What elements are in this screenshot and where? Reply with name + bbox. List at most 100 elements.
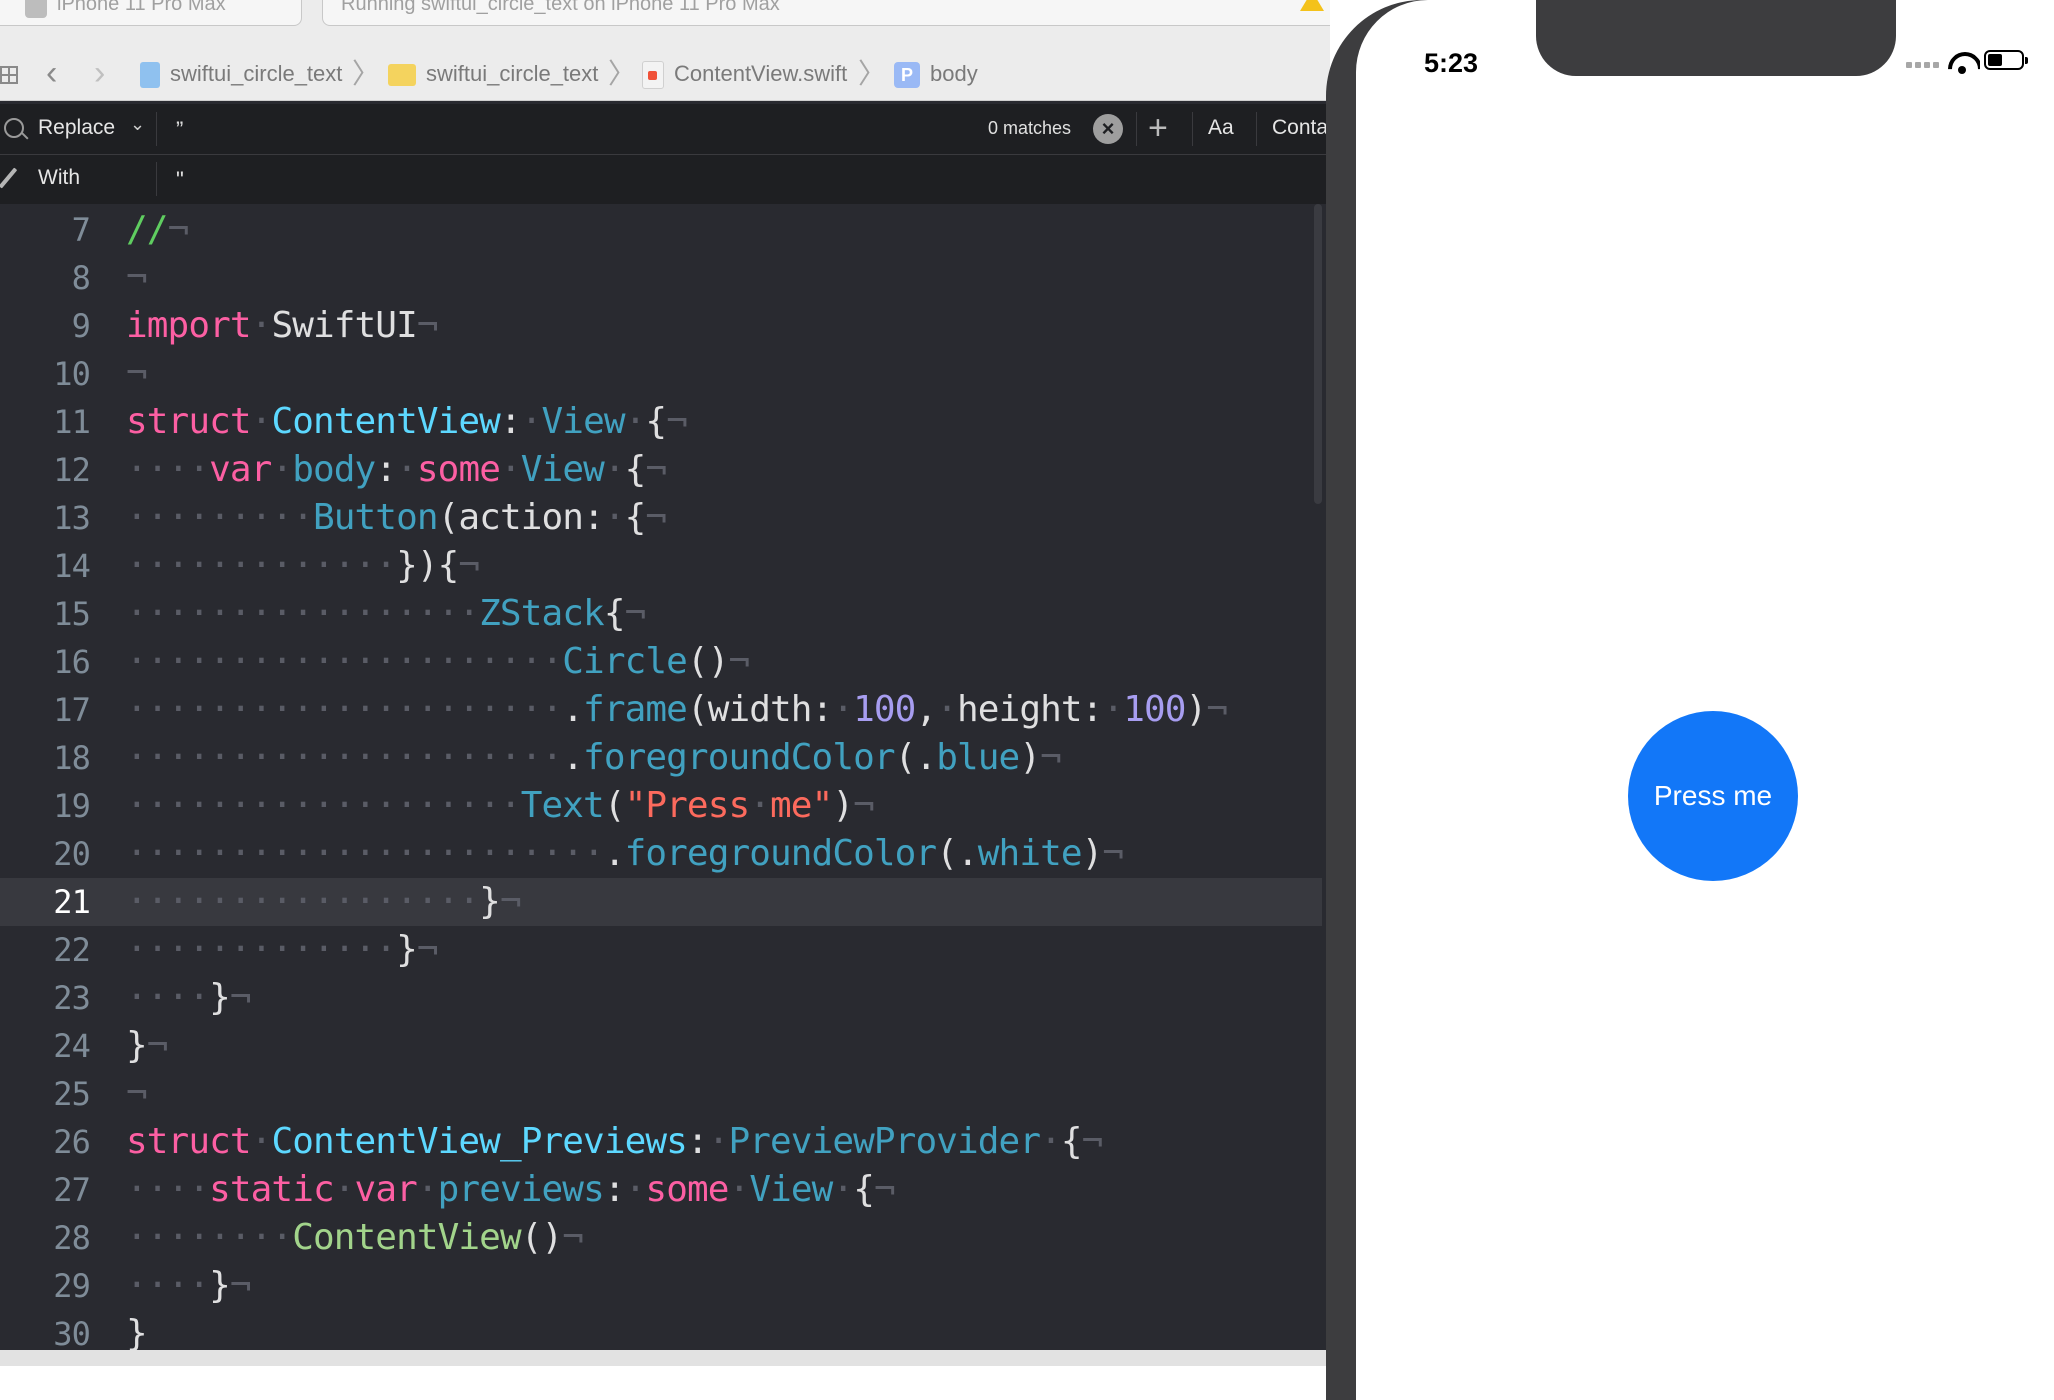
code-token: · bbox=[936, 689, 958, 730]
source-editor[interactable]: 30} 29 ····}¬ 28 ········ContentView()¬ 27 ···… bbox=[0, 204, 1322, 1350]
code-token: : bbox=[686, 1121, 709, 1162]
activity-viewer: Running swiftui_circle_text on iPhone 11… bbox=[322, 0, 1330, 26]
code-line[interactable]: 8 ¬ bbox=[0, 254, 1322, 302]
code-text: import·SwiftUI¬ bbox=[126, 302, 439, 350]
code-token: import bbox=[126, 305, 252, 346]
replace-with-label: With bbox=[38, 166, 80, 189]
code-token: ················· bbox=[126, 593, 480, 634]
add-pattern-icon[interactable]: + bbox=[1148, 108, 1168, 148]
code-line[interactable]: 30} bbox=[0, 1310, 1322, 1350]
code-token: Button bbox=[312, 497, 439, 538]
magnifier-icon bbox=[4, 118, 24, 138]
code-line[interactable]: 18 ·····················.foregroundColor(… bbox=[0, 734, 1322, 782]
breadcrumb-symbol[interactable]: Pbody bbox=[894, 56, 978, 92]
code-line[interactable]: 19 ···················Text("Press·me")¬ bbox=[0, 782, 1322, 830]
code-token: ¬ bbox=[853, 785, 875, 826]
line-number: 28 bbox=[53, 1219, 91, 1257]
forward-arrow-icon[interactable]: › bbox=[94, 56, 105, 90]
replace-input[interactable] bbox=[174, 162, 978, 198]
code-token: Text bbox=[520, 785, 605, 826]
code-line[interactable]: 25 ¬ bbox=[0, 1070, 1322, 1118]
code-line[interactable]: 13 ·········Button(action:·{¬ bbox=[0, 494, 1322, 542]
code-token: ········ bbox=[126, 1217, 293, 1258]
code-text: ¬ bbox=[126, 1070, 148, 1118]
code-line[interactable]: 22 ·············}¬ bbox=[0, 926, 1322, 974]
code-line[interactable]: 26 struct·ContentView_Previews:·PreviewPr… bbox=[0, 1118, 1322, 1166]
code-token: ¬ bbox=[126, 257, 148, 298]
code-text: ·····················Circle()¬ bbox=[126, 638, 750, 686]
code-token: me" bbox=[770, 785, 833, 826]
code-token: : bbox=[375, 449, 397, 490]
breadcrumb-group[interactable]: swiftui_circle_text bbox=[388, 56, 598, 92]
code-token: SwiftUI bbox=[271, 305, 417, 346]
back-arrow-icon[interactable]: ‹ bbox=[46, 56, 57, 90]
press-me-button[interactable]: Press me bbox=[1628, 711, 1798, 881]
code-line[interactable]: 14 ·············}){¬ bbox=[0, 542, 1322, 590]
code-text: ·············}¬ bbox=[126, 926, 439, 974]
match-style-button[interactable]: Conta bbox=[1272, 116, 1328, 140]
code-line[interactable]: 12 ····var·body:·some·View·{¬ bbox=[0, 446, 1322, 494]
related-items-grid-icon[interactable] bbox=[0, 66, 18, 84]
code-token: ContentView bbox=[292, 1217, 521, 1258]
code-token: var bbox=[354, 1169, 418, 1210]
code-token: ···· bbox=[126, 977, 210, 1018]
find-input[interactable] bbox=[174, 112, 978, 148]
code-line[interactable]: 29 ····}¬ bbox=[0, 1262, 1322, 1310]
code-token: · bbox=[500, 449, 522, 490]
warning-icon[interactable] bbox=[1300, 0, 1324, 11]
code-text: ¬ bbox=[126, 254, 148, 302]
editor-scrollbar[interactable] bbox=[1314, 204, 1322, 504]
code-line[interactable]: 24}¬ bbox=[0, 1022, 1322, 1070]
code-token: struct bbox=[126, 1121, 252, 1162]
code-token: ¬ bbox=[1081, 1121, 1104, 1162]
clear-search-icon[interactable]: × bbox=[1093, 114, 1123, 144]
divider bbox=[1136, 112, 1137, 146]
scheme-destination-selector[interactable]: iPhone 11 Pro Max bbox=[0, 0, 302, 26]
code-token: · bbox=[271, 449, 293, 490]
code-token: ContentView bbox=[271, 401, 500, 442]
code-line[interactable]: 28 ········ContentView()¬ bbox=[0, 1214, 1322, 1262]
code-token: · bbox=[396, 449, 418, 490]
code-line[interactable]: 27 ····static·var·previews:·some·View·{¬ bbox=[0, 1166, 1322, 1214]
code-line[interactable]: 21 ·················}¬ bbox=[0, 878, 1322, 926]
code-token: · bbox=[603, 497, 626, 538]
code-text: struct·ContentView_Previews:·PreviewProv… bbox=[126, 1118, 1104, 1166]
code-line[interactable]: 6 // Copyright © 2020 cf. All rights rese… bbox=[0, 204, 1322, 206]
code-line[interactable]: 23 ····}¬ bbox=[0, 974, 1322, 1022]
code-text: ·················ZStack{¬ bbox=[126, 590, 647, 638]
code-text: struct·ContentView:·View·{¬ bbox=[126, 398, 688, 446]
divider bbox=[156, 112, 157, 146]
code-token: struct bbox=[126, 401, 252, 442]
line-number: 27 bbox=[53, 1171, 91, 1209]
code-token: { bbox=[1060, 1121, 1083, 1162]
breadcrumb-project[interactable]: swiftui_circle_text bbox=[140, 56, 342, 92]
code-token: static bbox=[209, 1169, 335, 1210]
code-token: body bbox=[292, 449, 376, 490]
breadcrumb-separator: 〉 bbox=[352, 58, 381, 89]
code-token: . bbox=[562, 689, 584, 730]
code-token: ¬ bbox=[645, 449, 667, 490]
code-token: . bbox=[562, 737, 584, 778]
code-token: ····················· bbox=[126, 737, 563, 778]
code-token: ···· bbox=[126, 1169, 210, 1210]
code-line[interactable]: 17 ·····················.frame(width:·100… bbox=[0, 686, 1322, 734]
code-line[interactable]: 11 struct·ContentView:·View·{¬ bbox=[0, 398, 1322, 446]
breadcrumb-file[interactable]: ContentView.swift bbox=[642, 56, 847, 92]
match-case-button[interactable]: Aa bbox=[1208, 116, 1234, 140]
code-line[interactable]: 16 ·····················Circle()¬ bbox=[0, 638, 1322, 686]
line-number: 9 bbox=[71, 307, 91, 345]
code-text: ········ContentView()¬ bbox=[126, 1214, 584, 1262]
code-token: ¬ bbox=[624, 593, 647, 634]
code-text: ····}¬ bbox=[126, 974, 252, 1022]
code-token: ···· bbox=[126, 449, 210, 490]
code-token: ··················· bbox=[126, 785, 522, 826]
code-line[interactable]: 10 ¬ bbox=[0, 350, 1322, 398]
code-line[interactable]: 20 ·······················.foregroundColo… bbox=[0, 830, 1322, 878]
line-number: 22 bbox=[53, 931, 91, 969]
code-line[interactable]: 9 import·SwiftUI¬ bbox=[0, 302, 1322, 350]
find-mode-selector[interactable]: Replace bbox=[38, 116, 115, 140]
code-token: } bbox=[126, 1313, 148, 1350]
code-line[interactable]: 7 //¬ bbox=[0, 206, 1322, 254]
chevron-down-icon[interactable]: ⌄ bbox=[130, 114, 145, 135]
code-line[interactable]: 15 ·················ZStack{¬ bbox=[0, 590, 1322, 638]
